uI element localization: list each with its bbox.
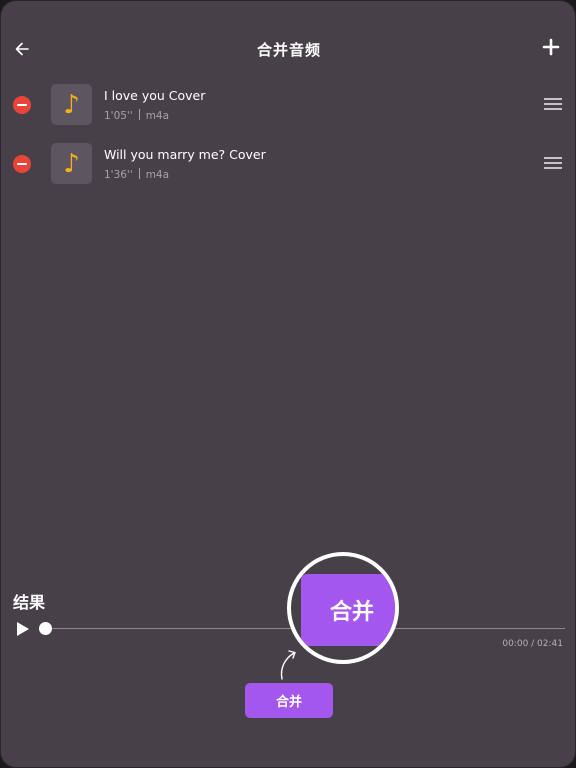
page-title: 合并音频 — [256, 41, 321, 59]
track-meta: 1'36'' m4a — [104, 168, 169, 181]
track-name: Will you marry me? Cover — [104, 147, 266, 162]
remove-icon[interactable] — [13, 96, 31, 114]
drag-handle-icon[interactable] — [544, 98, 562, 110]
divider — [138, 168, 140, 179]
time-readout: 00:00 / 02:41 — [502, 639, 563, 649]
pointer-arrow-icon — [277, 645, 301, 681]
plus-icon[interactable] — [541, 37, 561, 57]
track-name: I love you Cover — [104, 88, 206, 103]
list-item: ♪ Will you marry me? Cover 1'36'' m4a — [1, 138, 575, 188]
track-format: m4a — [145, 169, 170, 181]
track-format: m4a — [145, 110, 170, 122]
merge-button[interactable]: 合并 — [245, 683, 333, 718]
header: 合并音频 — [1, 29, 575, 71]
drag-handle-icon[interactable] — [544, 157, 562, 169]
result-label: 结果 — [13, 593, 46, 612]
list-item: ♪ I love you Cover 1'05'' m4a — [1, 79, 575, 129]
track-duration: 1'05'' — [104, 110, 133, 122]
music-note-icon: ♪ — [51, 143, 92, 184]
remove-icon[interactable] — [13, 155, 31, 173]
divider — [138, 109, 140, 120]
track-meta: 1'05'' m4a — [104, 109, 169, 122]
music-note-icon: ♪ — [51, 84, 92, 125]
magnifier-callout: 合并 — [287, 552, 399, 664]
merge-button-zoomed[interactable]: 合并 — [301, 574, 395, 646]
progress-knob[interactable] — [39, 622, 52, 635]
track-duration: 1'36'' — [104, 169, 133, 181]
play-icon[interactable] — [15, 621, 31, 637]
app-window: 合并音频 ♪ I love you Cover 1'05'' m4a ♪ Will… — [0, 0, 576, 768]
